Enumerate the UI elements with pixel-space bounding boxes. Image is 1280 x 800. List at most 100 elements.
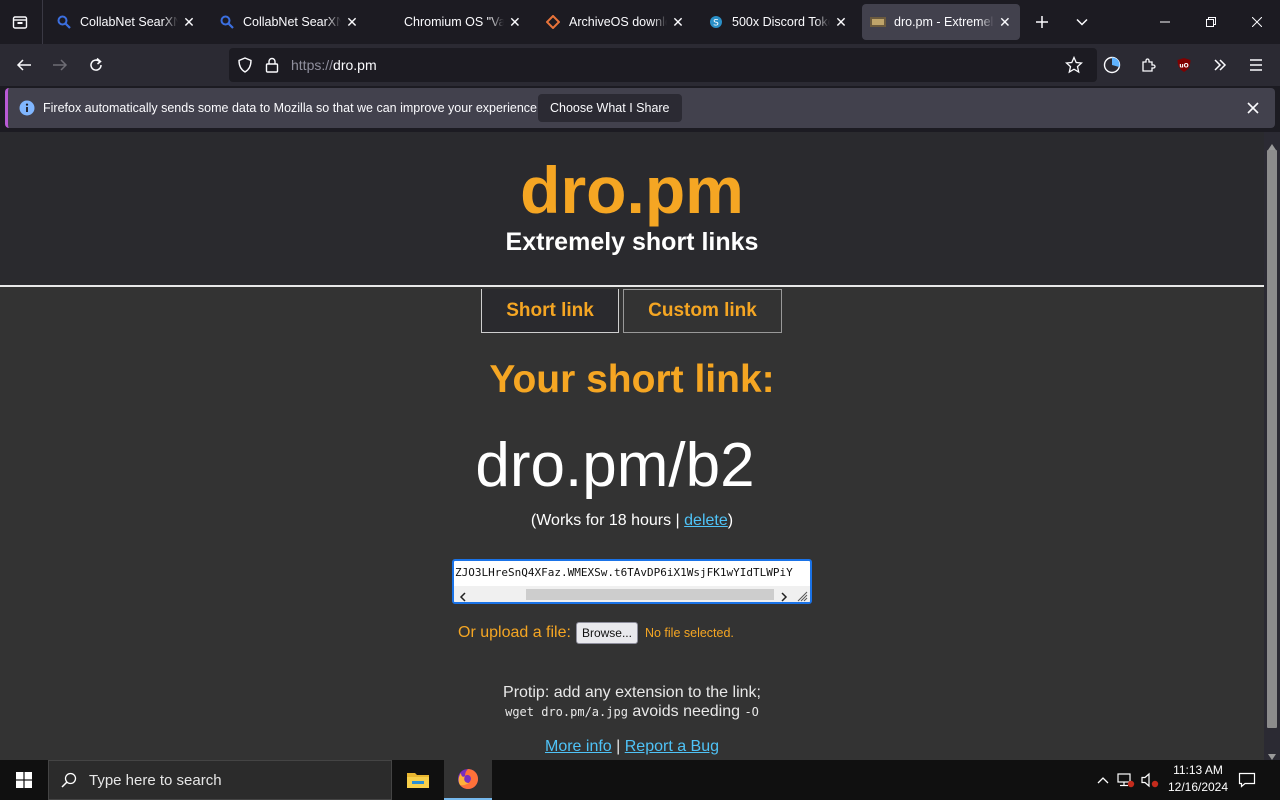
taskbar-search-box[interactable]: Type here to search xyxy=(48,760,392,800)
close-tab-icon[interactable]: ✕ xyxy=(345,14,359,31)
report-bug-link[interactable]: Report a Bug xyxy=(625,738,719,755)
network-icon[interactable] xyxy=(1116,760,1136,800)
notifications-icon[interactable] xyxy=(1236,760,1258,800)
close-window-icon[interactable] xyxy=(1234,0,1280,44)
tab-title: Chromium OS "Vanadium" xyxy=(404,15,504,29)
ublock-origin-icon[interactable]: uO xyxy=(1168,49,1200,81)
hamburger-menu-icon[interactable] xyxy=(1240,49,1272,81)
tab-title: dro.pm - Extremely short links xyxy=(894,15,994,29)
volume-muted-icon[interactable] xyxy=(1140,760,1160,800)
search-favicon-icon xyxy=(56,14,72,30)
tab-chromium-os[interactable]: Chromium OS "Vanadium" ✕ xyxy=(374,4,530,40)
tab-dro-pm[interactable]: dro.pm - Extremely short links ✕ xyxy=(862,4,1020,40)
forward-arrow-icon[interactable] xyxy=(44,49,76,81)
dro-favicon-icon xyxy=(870,14,886,30)
choose-what-i-share-button[interactable]: Choose What I Share xyxy=(538,94,682,122)
tab-searxng-2[interactable]: CollabNet SearXNG ✕ xyxy=(211,4,367,40)
blank-favicon-icon xyxy=(382,14,396,30)
tab-divider xyxy=(42,0,43,44)
restore-icon[interactable] xyxy=(1188,0,1234,44)
protip-command: wget dro.pm/a.jpg xyxy=(505,705,628,719)
resize-grip-icon[interactable] xyxy=(796,589,808,602)
short-url[interactable]: dro.pm/b2 xyxy=(0,430,1230,501)
clock-date: 12/16/2024 xyxy=(1167,780,1229,794)
url-text[interactable]: https://dro.pm xyxy=(291,57,377,73)
minimize-icon[interactable] xyxy=(1142,0,1188,44)
info-icon xyxy=(19,100,35,121)
scrollbar-thumb[interactable] xyxy=(526,589,774,600)
search-icon xyxy=(61,772,77,788)
tab-discord-tokens[interactable]: S 500x Discord Tokens ✕ xyxy=(700,4,856,40)
site-logo[interactable]: dro.pm xyxy=(0,152,1264,228)
lock-icon[interactable] xyxy=(265,57,279,78)
long-url-textarea[interactable]: ZJO3LHreSnQ4XFaz.WMEXSw.t6TAvDP6iX1WsjFK… xyxy=(452,559,812,604)
url-scheme: https:// xyxy=(291,57,334,73)
no-file-text: No file selected. xyxy=(644,626,734,640)
firefox-view-icon[interactable] xyxy=(4,6,36,38)
file-explorer-icon[interactable] xyxy=(394,760,442,800)
url-host: dro.pm xyxy=(333,57,377,73)
sync-account-icon[interactable] xyxy=(1096,49,1128,81)
list-all-tabs-icon[interactable] xyxy=(1066,6,1098,38)
back-arrow-icon[interactable] xyxy=(8,49,40,81)
tab-custom-link[interactable]: Custom link xyxy=(623,289,782,333)
file-upload-row: Or upload a file: Browse... No file sele… xyxy=(458,622,734,644)
telemetry-notification-bar: Firefox automatically sends some data to… xyxy=(5,88,1275,128)
tab-searxng-1[interactable]: CollabNet SearXNG ✕ xyxy=(48,4,204,40)
tab-archiveos[interactable]: ArchiveOS download ✕ xyxy=(537,4,693,40)
taskbar-clock[interactable]: 11:13 AM 12/16/2024 xyxy=(1160,762,1236,796)
more-tools-chevron-icon[interactable] xyxy=(1204,49,1236,81)
discord-token-favicon-icon: S xyxy=(708,14,724,30)
close-tab-icon[interactable]: ✕ xyxy=(998,14,1012,31)
textarea-horizontal-scrollbar[interactable] xyxy=(454,586,810,602)
expiry-text: (Works for 18 hours | delete) xyxy=(0,512,1264,530)
tab-title: CollabNet SearXNG xyxy=(80,15,178,29)
svg-text:uO: uO xyxy=(1179,63,1188,70)
upload-label: Or upload a file: xyxy=(458,624,571,641)
more-info-link[interactable]: More info xyxy=(545,738,612,755)
long-url-value: ZJO3LHreSnQ4XFaz.WMEXSw.t6TAvDP6iX1WsjFK… xyxy=(455,566,793,579)
site-header: dro.pm Extremely short links xyxy=(0,132,1264,287)
close-notification-icon[interactable] xyxy=(1241,96,1265,120)
expiry-suffix: ) xyxy=(727,512,734,529)
scroll-left-arrow-icon[interactable] xyxy=(459,589,467,602)
svg-text:S: S xyxy=(713,19,719,29)
tracking-protection-shield-icon[interactable] xyxy=(237,57,253,78)
windows-start-icon[interactable] xyxy=(0,760,48,800)
page-vertical-scrollbar[interactable] xyxy=(1264,132,1280,760)
new-tab-icon[interactable] xyxy=(1026,6,1058,38)
footer-separator: | xyxy=(611,738,625,755)
footer-links: More info | Report a Bug xyxy=(0,738,1264,756)
page-scrollbar-thumb[interactable] xyxy=(1267,150,1277,728)
bookmark-star-icon[interactable] xyxy=(1064,55,1084,79)
protip-flag: -O xyxy=(744,705,759,719)
protip-middle: avoids needing xyxy=(627,703,745,720)
archiveos-favicon-icon xyxy=(545,14,561,30)
close-tab-icon[interactable]: ✕ xyxy=(508,14,522,31)
tab-strip: CollabNet SearXNG ✕ CollabNet SearXNG ✕ … xyxy=(0,0,1280,44)
search-favicon-icon xyxy=(219,14,235,30)
site-tagline: Extremely short links xyxy=(505,228,759,256)
firefox-taskbar-icon[interactable] xyxy=(444,760,492,800)
browse-button[interactable]: Browse... xyxy=(575,622,638,644)
page-content: dro.pm Extremely short links Short link … xyxy=(0,132,1264,760)
url-bar[interactable]: https://dro.pm xyxy=(229,48,1097,82)
tab-short-link[interactable]: Short link xyxy=(481,289,619,333)
close-tab-icon[interactable]: ✕ xyxy=(834,14,848,31)
navigation-toolbar: https://dro.pm uO xyxy=(0,44,1280,86)
notification-text: Firefox automatically sends some data to… xyxy=(43,101,541,115)
result-heading: Your short link: xyxy=(489,358,775,401)
expiry-prefix: (Works for 18 hours | xyxy=(530,512,685,529)
protip-line-1: Protip: add any extension to the link; xyxy=(503,684,761,701)
tab-title: 500x Discord Tokens xyxy=(732,15,830,29)
close-tab-icon[interactable]: ✕ xyxy=(182,14,196,31)
delete-link[interactable]: delete xyxy=(684,512,728,529)
windows-taskbar: Type here to search 11:13 AM 12/16/2024 xyxy=(0,760,1280,800)
close-tab-icon[interactable]: ✕ xyxy=(671,14,685,31)
scroll-right-arrow-icon[interactable] xyxy=(780,589,788,602)
tab-title: CollabNet SearXNG xyxy=(243,15,341,29)
reload-icon[interactable] xyxy=(80,49,112,81)
extensions-puzzle-icon[interactable] xyxy=(1132,49,1164,81)
protip-line-2: wget dro.pm/a.jpg avoids needing -O xyxy=(0,703,1264,721)
show-hidden-icons-chevron-icon[interactable] xyxy=(1094,760,1112,800)
